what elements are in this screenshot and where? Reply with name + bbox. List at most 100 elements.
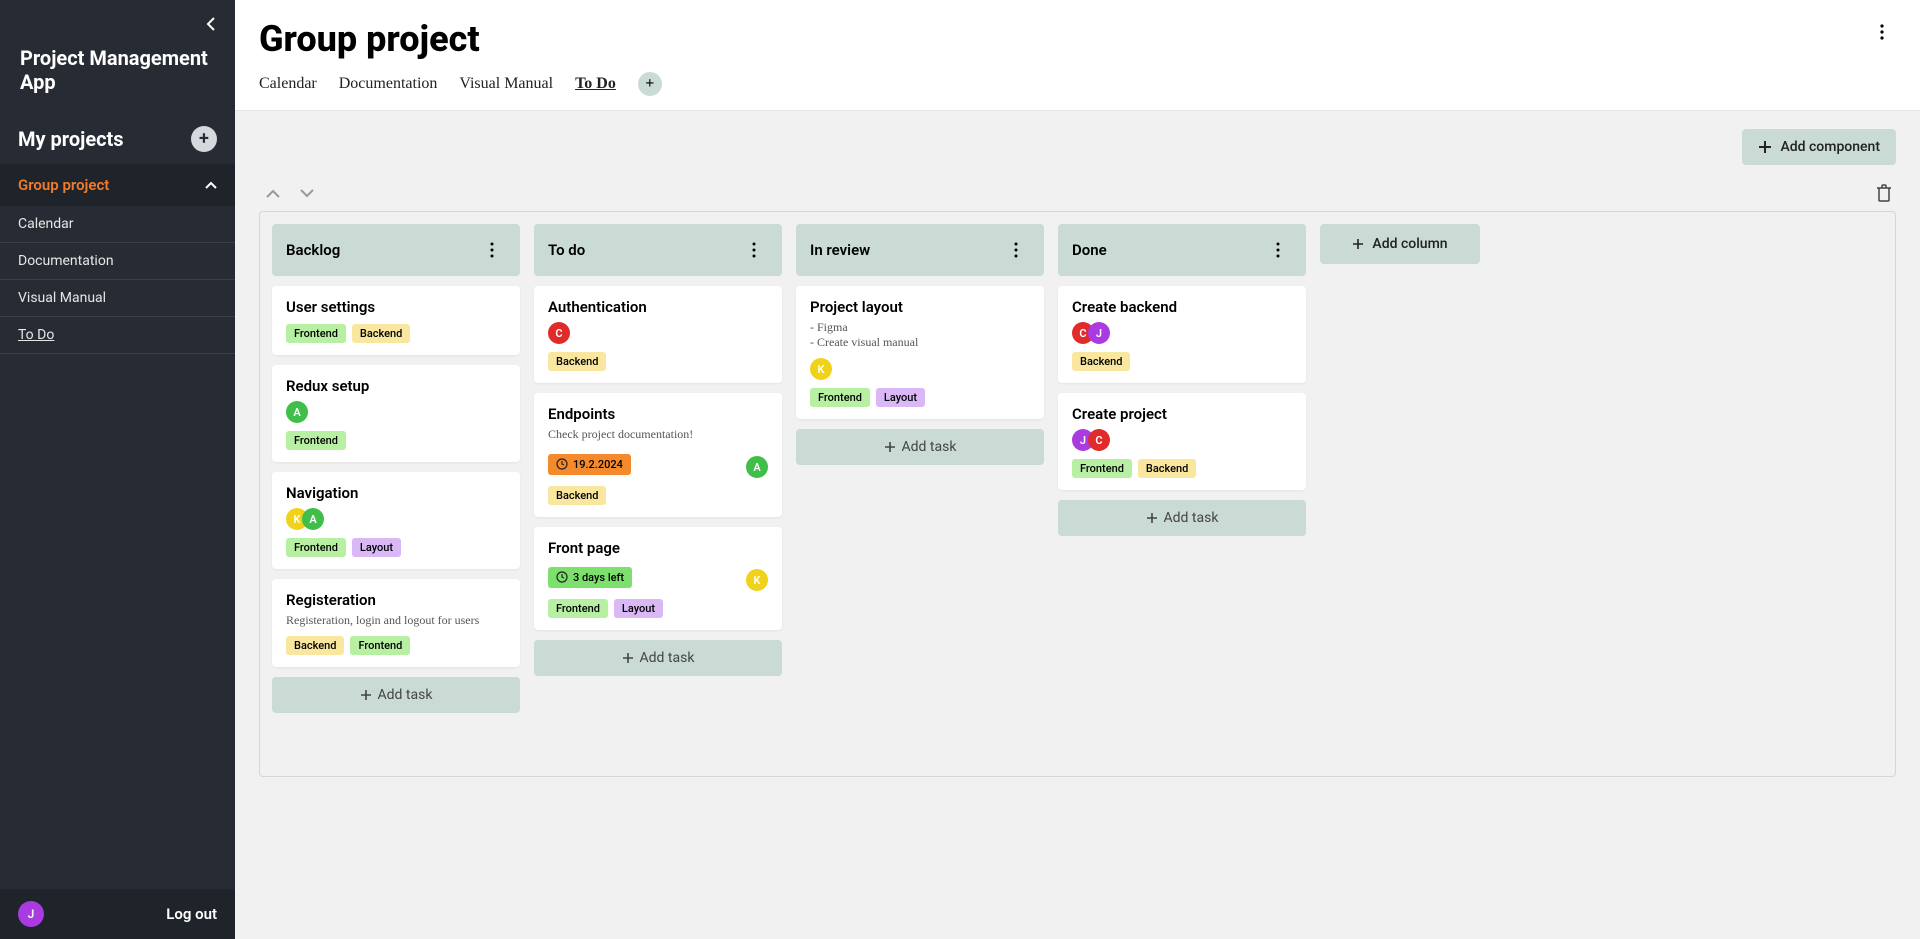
add-tab-button[interactable]: +	[638, 72, 662, 96]
card-tags: FrontendBackend	[286, 324, 506, 343]
sidebar-item-to-do[interactable]: To Do	[0, 317, 235, 354]
column-body: Project layout- Figma - Create visual ma…	[796, 286, 1044, 465]
add-component-button[interactable]: Add component	[1742, 129, 1896, 165]
card-avatars: C	[548, 322, 768, 344]
column-header: Backlog	[272, 224, 520, 276]
tag: Layout	[614, 599, 663, 618]
avatar[interactable]: A	[286, 401, 308, 423]
avatar[interactable]: C	[548, 322, 570, 344]
plus-icon	[1146, 512, 1158, 524]
avatar[interactable]: A	[302, 508, 324, 530]
card-date-badge: 19.2.2024	[548, 454, 631, 475]
column: Done Create backendCJBackend Create projec…	[1058, 224, 1306, 536]
tag: Frontend	[286, 324, 346, 343]
my-projects-label: My projects	[18, 127, 124, 151]
tag: Backend	[1138, 459, 1196, 478]
column: BacklogUser settingsFrontendBackendRedux…	[272, 224, 520, 713]
add-project-button[interactable]: +	[191, 126, 217, 152]
card[interactable]: RegisterationRegisteration, login and lo…	[272, 579, 520, 667]
component-move-down-button[interactable]	[297, 183, 317, 203]
chevron-up-icon	[205, 181, 217, 189]
card[interactable]: Redux setup A Frontend	[272, 365, 520, 462]
app-title: Project Management App	[0, 38, 235, 114]
card-tags: FrontendLayout	[548, 599, 768, 618]
column: In review Project layout- Figma - Create …	[796, 224, 1044, 465]
card[interactable]: AuthenticationCBackend	[534, 286, 782, 383]
tab-to-do[interactable]: To Do	[575, 75, 616, 93]
tag: Layout	[876, 388, 925, 407]
card-title: Front page	[548, 539, 768, 557]
sidebar-header	[0, 0, 235, 38]
trash-icon	[1876, 184, 1892, 202]
column-title: Done	[1072, 241, 1107, 259]
tab-calendar[interactable]: Calendar	[259, 75, 317, 93]
column-menu-button[interactable]	[478, 236, 506, 264]
card[interactable]: EndpointsCheck project documentation!19.…	[534, 393, 782, 517]
card-tags: BackendFrontend	[286, 636, 506, 655]
card-tags: Backend	[548, 352, 768, 371]
sidebar-item-visual-manual[interactable]: Visual Manual	[0, 280, 235, 317]
avatar[interactable]: C	[1088, 429, 1110, 451]
column-body: User settingsFrontendBackendRedux setupA…	[272, 286, 520, 713]
delete-component-button[interactable]	[1876, 184, 1892, 202]
card[interactable]: Project layout- Figma - Create visual ma…	[796, 286, 1044, 419]
tab-visual-manual[interactable]: Visual Manual	[459, 75, 553, 93]
card-meta-row: 3 days left K	[548, 563, 768, 591]
kebab-icon	[1014, 242, 1018, 258]
component-bar	[259, 183, 1896, 203]
card-date-badge: 3 days left	[548, 567, 632, 588]
card-title: Create project	[1072, 405, 1292, 423]
sidebar-project-parent[interactable]: Group project	[0, 164, 235, 206]
avatar[interactable]: K	[810, 358, 832, 380]
card-title: User settings	[286, 298, 506, 316]
tab-documentation[interactable]: Documentation	[339, 75, 438, 93]
card[interactable]: NavigationKAFrontendLayout	[272, 472, 520, 569]
main: Group project CalendarDocumentationVisua…	[235, 0, 1920, 939]
column-menu-button[interactable]	[1002, 236, 1030, 264]
column-menu-button[interactable]	[1264, 236, 1292, 264]
avatar[interactable]: J	[1088, 322, 1110, 344]
card[interactable]: Front page 3 days left K FrontendLayout	[534, 527, 782, 630]
tag: Frontend	[286, 538, 346, 557]
sidebar-footer: J Log out	[0, 889, 235, 939]
card-avatars: CJ	[1072, 322, 1292, 344]
logout-button[interactable]: Log out	[166, 905, 217, 923]
add-task-button[interactable]: Add task	[272, 677, 520, 713]
card-avatars: JC	[1072, 429, 1292, 451]
add-task-button[interactable]: Add task	[1058, 500, 1306, 536]
card[interactable]: User settings FrontendBackend	[272, 286, 520, 355]
column-menu-button[interactable]	[740, 236, 768, 264]
add-task-button[interactable]: Add task	[534, 640, 782, 676]
avatar[interactable]: A	[746, 456, 768, 478]
sidebar-item-documentation[interactable]: Documentation	[0, 243, 235, 280]
canvas-toolbar: Add component	[259, 129, 1896, 165]
add-column-button[interactable]: Add column	[1320, 224, 1480, 264]
page-menu-button[interactable]	[1868, 18, 1896, 46]
card-description: - Figma - Create visual manual	[810, 320, 1030, 350]
column-title: In review	[810, 241, 870, 259]
tag: Backend	[548, 486, 606, 505]
sidebar-item-calendar[interactable]: Calendar	[0, 206, 235, 243]
plus-icon	[1352, 238, 1364, 250]
avatar[interactable]: K	[746, 569, 768, 591]
column-header: Done	[1058, 224, 1306, 276]
kebab-icon	[1276, 242, 1280, 258]
kebab-icon	[752, 242, 756, 258]
card-title: Registeration	[286, 591, 506, 609]
card-tags: Frontend	[286, 431, 506, 450]
kebab-icon	[490, 242, 494, 258]
card[interactable]: Create backendCJBackend	[1058, 286, 1306, 383]
add-task-button[interactable]: Add task	[796, 429, 1044, 465]
sidebar-project-name: Group project	[18, 176, 109, 194]
tag: Backend	[286, 636, 344, 655]
sidebar-collapse-button[interactable]	[197, 10, 225, 38]
card[interactable]: Create project JC Frontend Backend	[1058, 393, 1306, 490]
card-meta-row: 19.2.2024 A	[548, 450, 768, 478]
user-avatar[interactable]: J	[18, 901, 44, 927]
tag: Frontend	[810, 388, 870, 407]
tag: Frontend	[1072, 459, 1132, 478]
component-move-up-button[interactable]	[263, 183, 283, 203]
plus-icon	[360, 689, 372, 701]
tag: Layout	[352, 538, 401, 557]
card-title: Redux setup	[286, 377, 506, 395]
